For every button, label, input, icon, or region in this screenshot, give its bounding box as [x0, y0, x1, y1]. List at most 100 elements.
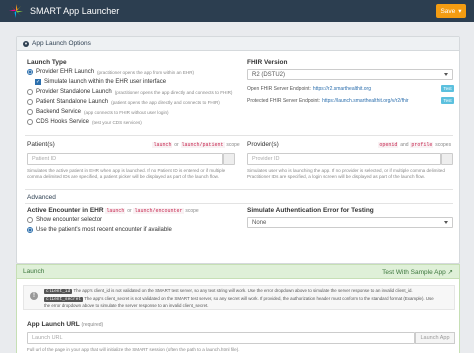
- auth-error-select[interactable]: None: [247, 217, 453, 228]
- alert-text: The app's client_id is not validated on …: [73, 288, 413, 293]
- scope-code: launch: [105, 208, 126, 214]
- launch-url-help: Full url of the page in your app that wi…: [27, 347, 240, 352]
- select-value: R2 (DSTU2): [252, 71, 286, 78]
- protected-endpoint-url[interactable]: https://launch.smarthealthit.org/v/r2/fh…: [322, 98, 408, 104]
- scope-code: profile: [410, 142, 434, 148]
- client-info-alert: ! client_id The app's client_id is not v…: [23, 285, 455, 310]
- open-endpoint-row: Open FHIR Server Endpoint: https://r2.sm…: [247, 84, 371, 93]
- dropdown-arrow-icon: [444, 221, 448, 224]
- launch-panel: Launch Test With Sample App ↗ ! client_i…: [16, 264, 460, 353]
- save-button[interactable]: Save ▾: [436, 4, 466, 18]
- divider: [25, 189, 453, 190]
- radio-label: Provider EHR Launch: [36, 69, 95, 75]
- radio-show-encounter-selector[interactable]: Show encounter selector: [27, 217, 102, 223]
- top-navbar: SMART App Launcher Save ▾: [0, 0, 474, 22]
- collapse-caret-icon: ▼: [23, 40, 29, 47]
- app-title: SMART App Launcher: [30, 6, 120, 16]
- client-id-badge: client_id: [44, 289, 73, 294]
- patient-id-input[interactable]: Patient ID: [27, 153, 223, 165]
- radio-most-recent-encounter[interactable]: Use the patient's most recent encounter …: [27, 227, 172, 233]
- or-text: or: [174, 142, 179, 148]
- launch-panel-header: Launch Test With Sample App ↗: [17, 265, 459, 279]
- patients-label-row: Patient(s) launch or launch/patient scop…: [27, 141, 240, 148]
- scope-text: scope: [185, 208, 199, 214]
- radio-hint: (app connects to FHIR without user login…: [84, 109, 169, 115]
- test-open-endpoint-button[interactable]: Test: [441, 85, 454, 92]
- radio-patient-standalone[interactable]: Patient Standalone Launch (patient opens…: [27, 99, 220, 105]
- radio-button[interactable]: [27, 99, 33, 105]
- test-link-label: Test With Sample App: [382, 268, 446, 276]
- providers-label-row: Provider(s) openid and profile scopes: [247, 141, 451, 148]
- radio-hint: (practitioner opens the app from within …: [97, 69, 195, 75]
- patients-label: Patient(s): [27, 141, 55, 148]
- launch-panel-title: Launch: [23, 268, 45, 275]
- radio-button[interactable]: [27, 69, 33, 75]
- radio-button[interactable]: [27, 227, 33, 233]
- open-endpoint-url[interactable]: https://r2.smarthealthit.org: [313, 86, 371, 92]
- launch-url-label-row: App Launch URL (required): [27, 321, 103, 328]
- patient-picker-button[interactable]: [223, 153, 235, 165]
- or-text: or: [127, 208, 132, 214]
- radio-button[interactable]: [27, 89, 33, 95]
- radio-button[interactable]: [27, 109, 33, 115]
- radio-label: Use the patient's most recent encounter …: [36, 227, 172, 233]
- launch-url-label: App Launch URL: [27, 321, 80, 328]
- radio-label: Show encounter selector: [36, 217, 103, 223]
- scope-code: openid: [378, 142, 399, 148]
- checkbox-label: Simulate launch within the EHR user inte…: [44, 79, 167, 85]
- radio-label: Patient Standalone Launch: [36, 99, 109, 105]
- radio-provider-standalone[interactable]: Provider Standalone Launch (practitioner…: [27, 89, 232, 95]
- providers-label: Provider(s): [247, 141, 279, 148]
- radio-button[interactable]: [27, 217, 33, 223]
- scope-code: launch/patient: [180, 142, 225, 148]
- test-with-sample-app-link[interactable]: Test With Sample App ↗: [382, 268, 453, 276]
- radio-button[interactable]: [27, 119, 33, 125]
- select-value: None: [252, 219, 267, 226]
- chevron-down-icon: ▾: [458, 8, 462, 15]
- scope-text: scope: [226, 142, 240, 148]
- checkbox-simulate-ehr[interactable]: ✓ Simulate launch within the EHR user in…: [35, 79, 166, 85]
- info-icon: !: [30, 292, 38, 300]
- launch-url-input[interactable]: Launch URL: [27, 332, 415, 344]
- protected-endpoint-label: Protected FHIR Server Endpoint:: [247, 97, 321, 104]
- divider: [25, 135, 453, 136]
- scopes-text: scopes: [435, 142, 452, 148]
- panel-title: App Launch Options: [32, 40, 91, 47]
- panel-header[interactable]: ▼ App Launch Options: [17, 37, 459, 51]
- advanced-label: Advanced: [27, 194, 56, 201]
- radio-label: Backend Service: [36, 109, 82, 115]
- fhir-version-label: FHIR Version: [247, 59, 288, 66]
- launch-type-label: Launch Type: [27, 59, 67, 66]
- app-launch-options-panel: ▼ App Launch Options Launch Type Provide…: [16, 36, 460, 264]
- encounter-label-row: Active Encounter in EHR launch or launch…: [27, 207, 199, 214]
- encounter-label: Active Encounter in EHR: [27, 207, 104, 214]
- checkbox[interactable]: ✓: [35, 79, 41, 85]
- test-protected-endpoint-button[interactable]: Test: [441, 97, 454, 104]
- radio-hint: (patient opens the app directly and conn…: [111, 99, 220, 105]
- smart-logo-icon: [9, 4, 23, 18]
- radio-hint: (test your CDS services): [92, 119, 142, 125]
- radio-backend-service[interactable]: Backend Service (app connects to FHIR wi…: [27, 109, 169, 115]
- provider-id-input[interactable]: Provider ID: [247, 153, 441, 165]
- patients-help-text: Simulates the active patient in EHR when…: [27, 168, 226, 179]
- client-secret-badge: client_secret: [44, 297, 84, 302]
- radio-label: Provider Standalone Launch: [36, 89, 112, 95]
- radio-hint: (practitioner opens the app directly and…: [114, 89, 233, 95]
- provider-picker-button[interactable]: [441, 153, 453, 165]
- alert-line-2: client_secret The app's client_secret is…: [44, 296, 434, 302]
- and-text: and: [400, 142, 409, 148]
- required-text: (required): [81, 322, 104, 328]
- radio-label: CDS Hooks Service: [36, 119, 90, 125]
- dropdown-arrow-icon: [444, 73, 448, 76]
- launch-app-button[interactable]: Launch App: [415, 332, 455, 344]
- open-endpoint-label: Open FHIR Server Endpoint:: [247, 85, 311, 92]
- alert-text: The app's client_secret is not validated…: [84, 296, 434, 301]
- scope-code: launch: [152, 142, 173, 148]
- fhir-version-select[interactable]: R2 (DSTU2): [247, 69, 453, 80]
- radio-cds-hooks[interactable]: CDS Hooks Service (test your CDS service…: [27, 119, 142, 125]
- alert-line-3: the error dropdown above to simulate the…: [44, 303, 209, 308]
- divider: [25, 203, 453, 204]
- providers-help-text: Simulates user who is launching the app.…: [247, 168, 445, 179]
- scope-code: launch/encounter: [133, 208, 184, 214]
- radio-provider-ehr-launch[interactable]: Provider EHR Launch (practitioner opens …: [27, 69, 194, 75]
